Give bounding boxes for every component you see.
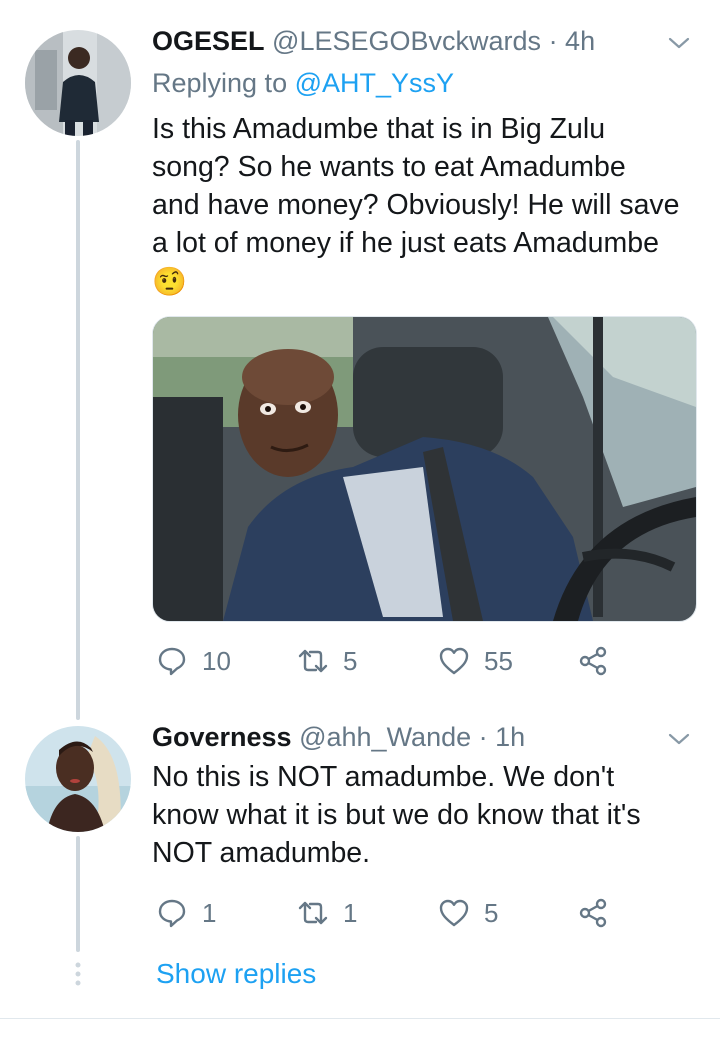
user-handle[interactable]: @LESEGOBvckwards [272,26,541,56]
timestamp[interactable]: · 4h [549,26,596,56]
reply-count: 1 [202,897,217,928]
tweet-actions: 10 5 55 [152,643,672,679]
chevron-down-icon[interactable] [664,724,694,754]
replying-to-label: Replying to [152,68,288,98]
tweet-text-line: NOT amadumbe. [152,837,371,869]
raised-eyebrow-emoji: 🤨 [152,266,187,297]
like-button[interactable]: 5 [438,895,498,931]
tweet-header: Governess @ahh_Wande · 1h [152,720,525,754]
chevron-down-icon[interactable] [664,28,694,58]
like-button[interactable]: 55 [438,643,513,679]
heart-icon [439,647,469,675]
share-icon [579,646,607,676]
reply-button[interactable]: 1 [156,895,216,931]
tweet-actions: 1 1 5 [152,895,672,931]
tweet-text-line: know what it is but we do know that it's [152,799,641,831]
retweet-button[interactable]: 1 [297,895,357,931]
replying-to-handle[interactable]: @AHT_YssY [295,68,454,98]
tweet-text-line: No this is NOT amadumbe. We don't [152,761,615,793]
display-name[interactable]: Governess [152,722,292,752]
tweet-text-line: Is this Amadumbe that is in Big Zulu [152,113,606,145]
divider [0,1018,720,1019]
heart-icon [439,899,469,927]
car-scene-illustration [153,317,696,621]
retweet-count: 5 [343,645,358,676]
tweet-text-line: and have money? Obviously! He will save [152,189,680,221]
reply-icon [158,647,186,676]
tweet-text: Is this Amadumbe that is in Big Zulu son… [152,110,702,302]
retweet-icon [298,901,328,925]
tweet-text: No this is NOT amadumbe. We don't know w… [152,758,702,872]
user-handle[interactable]: @ahh_Wande [299,722,471,752]
tweet-text-line: a lot of money if he just eats Amadumbe [152,227,659,259]
share-icon [579,898,607,928]
thread-more-dots-icon [75,962,81,986]
tweet-image[interactable] [152,316,697,622]
display-name[interactable]: OGESEL [152,26,265,56]
show-replies-link[interactable]: Show replies [156,958,316,990]
retweet-icon [298,649,328,673]
avatar[interactable] [25,726,131,832]
timestamp[interactable]: · 1h [479,722,526,752]
share-button[interactable] [577,643,609,679]
retweet-button[interactable]: 5 [297,643,357,679]
avatar[interactable] [25,30,131,136]
like-count: 5 [484,897,499,928]
thread-line [76,140,80,720]
retweet-count: 1 [343,897,358,928]
reply-button[interactable]: 10 [156,643,231,679]
thread-line [76,836,80,952]
tweet-text-line: song? So he wants to eat Amadumbe [152,151,626,183]
reply-icon [158,899,186,928]
reply-count: 10 [202,645,231,676]
tweet-header: OGESEL @LESEGOBvckwards · 4h [152,24,595,58]
replying-to: Replying to @AHT_YssY [152,66,454,100]
share-button[interactable] [577,895,609,931]
like-count: 55 [484,645,513,676]
